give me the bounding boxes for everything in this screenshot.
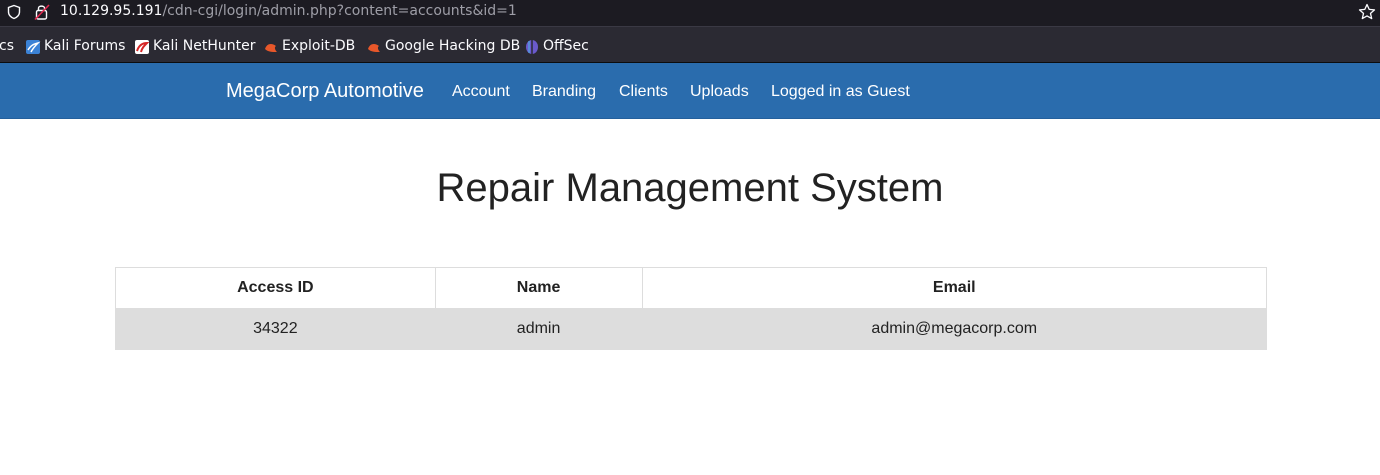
star-icon[interactable]	[1358, 3, 1376, 21]
nav-link-branding[interactable]: Branding	[532, 83, 596, 101]
column-header-email: Email	[641, 267, 1267, 309]
bookmark-label: cs	[0, 38, 14, 54]
nav-link-account[interactable]: Account	[452, 83, 510, 101]
browser-url-bar[interactable]: 10.129.95.191/cdn-cgi/login/admin.php?co…	[0, 0, 1380, 26]
site-navbar: MegaCorp Automotive Account Branding Cli…	[0, 63, 1380, 119]
bookmark-label: Google Hacking DB	[385, 38, 521, 54]
cell-access-id: 34322	[115, 308, 436, 350]
url-host: 10.129.95.191	[60, 3, 163, 19]
bookmark-label: Kali Forums	[44, 38, 126, 54]
bookmark-docs[interactable]: cs	[0, 38, 14, 56]
bookmark-label: Kali NetHunter	[153, 38, 256, 54]
column-header-access-id: Access ID	[115, 267, 436, 309]
cell-email: admin@megacorp.com	[641, 308, 1267, 350]
shield-icon[interactable]	[6, 4, 22, 20]
bookmark-label: Exploit-DB	[282, 38, 356, 54]
table-row: 34322 admin admin@megacorp.com	[115, 308, 1267, 350]
accounts-table: Access ID Name Email 34322 admin admin@m…	[115, 267, 1267, 350]
nav-link-uploads[interactable]: Uploads	[690, 83, 749, 101]
navbar-brand[interactable]: MegaCorp Automotive	[226, 80, 424, 103]
cell-name: admin	[434, 308, 643, 350]
insecure-lock-icon[interactable]	[34, 3, 50, 21]
ghdb-icon	[368, 44, 380, 52]
page-title: Repair Management System	[436, 166, 944, 210]
offsec-icon	[526, 40, 538, 54]
table-header-row: Access ID Name Email	[115, 267, 1267, 309]
column-header-name: Name	[434, 267, 643, 309]
bookmark-label: OffSec	[543, 38, 589, 54]
nav-link-logged-in-user[interactable]: Logged in as Guest	[771, 83, 910, 101]
exploit-db-icon	[265, 44, 277, 52]
url-path: /cdn-cgi/login/admin.php?content=account…	[162, 3, 517, 19]
bookmarks-toolbar: cs Kali Forums Kali NetHunter Exploit-DB…	[0, 26, 1380, 63]
kali-nethunter-icon	[135, 40, 150, 54]
url-text[interactable]: 10.129.95.191/cdn-cgi/login/admin.php?co…	[60, 3, 517, 19]
nav-link-clients[interactable]: Clients	[619, 83, 668, 101]
kali-forums-icon	[26, 40, 41, 54]
